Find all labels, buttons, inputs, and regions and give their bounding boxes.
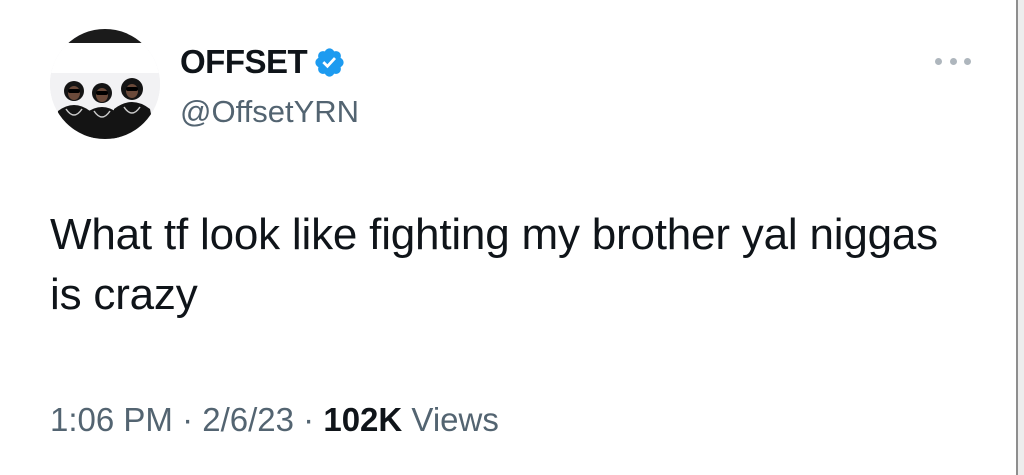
author-name-row[interactable]: OFFSET xyxy=(180,42,346,82)
author-avatar[interactable] xyxy=(50,29,160,139)
views-label: Views xyxy=(411,401,499,438)
tweet-meta: 1:06 PM · 2/6/23 · 102K Views xyxy=(50,398,499,442)
verified-badge-icon xyxy=(313,46,346,79)
meta-separator: · xyxy=(182,401,194,438)
tweet-text: What tf look like fighting my brother ya… xyxy=(50,210,938,319)
more-dot xyxy=(949,57,957,65)
author-handle[interactable]: @OffsetYRN xyxy=(180,92,359,132)
tweet-date[interactable]: 2/6/23 xyxy=(202,401,294,438)
avatar-photo xyxy=(50,29,160,139)
tweet-card: OFFSET @OffsetYRN What tf look like figh… xyxy=(0,0,1024,475)
scrollbar[interactable] xyxy=(1016,0,1024,475)
tweet-time[interactable]: 1:06 PM xyxy=(50,401,173,438)
views-count[interactable]: 102K xyxy=(323,401,402,438)
more-horizontal-icon[interactable] xyxy=(935,52,971,70)
more-dot xyxy=(964,57,971,65)
author-display-name[interactable]: OFFSET xyxy=(180,42,308,82)
more-dot xyxy=(935,57,942,65)
meta-separator: · xyxy=(303,401,315,438)
